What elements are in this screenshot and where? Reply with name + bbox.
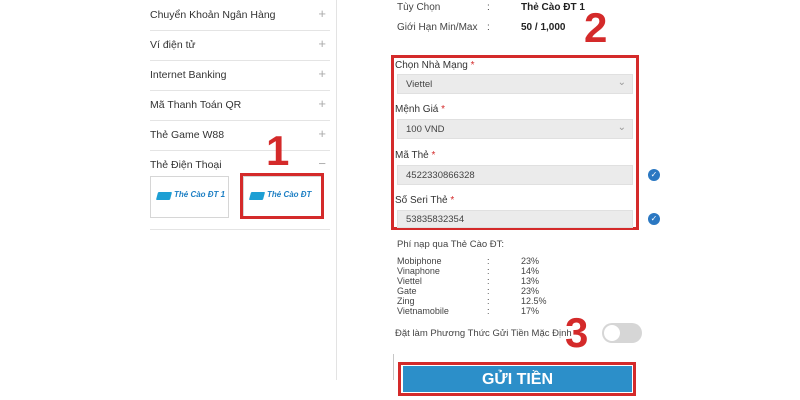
required-mark: * <box>450 195 455 206</box>
fee-row: Mobiphone : 23% <box>397 256 597 266</box>
required-mark: * <box>441 104 446 115</box>
fee-separator: : <box>487 276 490 286</box>
limit-value: 50 / 1,000 <box>521 22 566 33</box>
plus-icon: + <box>318 66 326 81</box>
submit-deposit-button[interactable]: GỬI TIỀN <box>403 366 632 392</box>
code-label-text: Mã Thẻ <box>395 150 429 161</box>
card-code-value: 4522330866328 <box>406 170 475 181</box>
fee-carrier: Gate <box>397 286 417 296</box>
serial-input[interactable]: 53835832354 <box>397 210 633 228</box>
fee-carrier: Zing <box>397 296 415 306</box>
phone-card-logo: Thẻ Cào ĐT 1 <box>155 190 225 204</box>
limit-label: Giới Hạn Min/Max <box>397 22 478 33</box>
card-option-label: Thẻ Cào ĐT 1 <box>174 190 226 199</box>
divider <box>393 354 394 380</box>
plus-icon: + <box>318 36 326 51</box>
card-chip-icon <box>155 192 173 200</box>
limit-colon: : <box>487 22 490 33</box>
required-mark: * <box>470 60 475 71</box>
fee-carrier: Vinaphone <box>397 266 440 276</box>
fee-row: Zing : 12.5% <box>397 296 597 306</box>
default-method-label: Đặt làm Phương Thức Gửi Tiền Mặc Định <box>395 328 572 339</box>
fee-carrier: Viettel <box>397 276 422 286</box>
chevron-down-icon: ⌄ <box>617 122 626 133</box>
plus-icon: + <box>318 126 326 141</box>
amount-label-text: Mệnh Giá <box>395 104 439 115</box>
fee-row: Vietnamobile : 17% <box>397 306 597 316</box>
fee-rate: 13% <box>521 276 540 286</box>
chevron-down-icon: ⌄ <box>617 77 626 88</box>
serial-label-text: Số Seri Thẻ <box>395 195 448 206</box>
sidebar-item-label: Thẻ Game W88 <box>150 129 225 141</box>
fee-separator: : <box>487 306 490 316</box>
option-label: Tùy Chọn <box>397 2 441 13</box>
sidebar-item-label: Chuyển Khoản Ngân Hàng <box>150 9 276 21</box>
fee-rate: 12.5% <box>521 296 547 306</box>
amount-select[interactable]: 100 VND ⌄ <box>397 119 633 139</box>
step-number-1: 1 <box>266 127 290 174</box>
carrier-value: Viettel <box>406 79 433 90</box>
fee-rate: 23% <box>521 256 540 266</box>
amount-value: 100 VND <box>406 124 445 135</box>
sidebar-item-e-wallet[interactable]: Ví điện tử + <box>150 30 330 61</box>
toggle-knob <box>604 325 620 341</box>
minus-icon: − <box>318 156 326 171</box>
code-label: Mã Thẻ * <box>395 150 435 161</box>
fee-separator: : <box>487 256 490 266</box>
sidebar-item-bank-transfer[interactable]: Chuyển Khoản Ngân Hàng + <box>150 0 330 31</box>
sidebar-item-game-card[interactable]: Thẻ Game W88 + <box>150 120 330 151</box>
sidebar-item-label: Internet Banking <box>150 69 227 81</box>
fee-carrier: Mobiphone <box>397 256 442 266</box>
default-method-toggle[interactable] <box>602 323 642 343</box>
check-icon: ✓ <box>648 169 660 181</box>
fee-separator: : <box>487 286 490 296</box>
sidebar-item-label: Mã Thanh Toán QR <box>150 99 242 111</box>
fee-row: Vinaphone : 14% <box>397 266 597 276</box>
carrier-select[interactable]: Viettel ⌄ <box>397 74 633 94</box>
fee-separator: : <box>487 296 490 306</box>
serial-label: Số Seri Thẻ * <box>395 195 454 206</box>
fee-row: Gate : 23% <box>397 286 597 296</box>
highlight-card-selection <box>240 173 324 219</box>
sidebar-item-qr-code[interactable]: Mã Thanh Toán QR + <box>150 90 330 121</box>
amount-label: Mệnh Giá * <box>395 104 445 115</box>
serial-value: 53835832354 <box>406 214 465 225</box>
fee-rate: 14% <box>521 266 540 276</box>
sidebar-item-internet-banking[interactable]: Internet Banking + <box>150 60 330 91</box>
card-option-1[interactable]: Thẻ Cào ĐT 1 <box>150 176 229 218</box>
fee-title: Phí nạp qua Thẻ Cào ĐT: <box>397 239 505 250</box>
fee-rate: 17% <box>521 306 540 316</box>
sidebar-item-label: Thẻ Điện Thoại <box>150 159 222 171</box>
fee-rate: 23% <box>521 286 540 296</box>
plus-icon: + <box>318 6 326 21</box>
step-number-2: 2 <box>584 4 608 51</box>
option-colon: : <box>487 2 490 13</box>
option-value: Thẻ Cào ĐT 1 <box>521 2 585 13</box>
carrier-label: Chọn Nhà Mạng * <box>395 60 475 71</box>
sidebar-item-label: Ví điện tử <box>150 39 196 51</box>
plus-icon: + <box>318 96 326 111</box>
carrier-label-text: Chọn Nhà Mạng <box>395 60 468 71</box>
required-mark: * <box>431 150 436 161</box>
fee-carrier: Vietnamobile <box>397 306 449 316</box>
fee-separator: : <box>487 266 490 276</box>
card-code-input[interactable]: 4522330866328 <box>397 165 633 185</box>
fee-row: Viettel : 13% <box>397 276 597 286</box>
check-icon: ✓ <box>648 213 660 225</box>
